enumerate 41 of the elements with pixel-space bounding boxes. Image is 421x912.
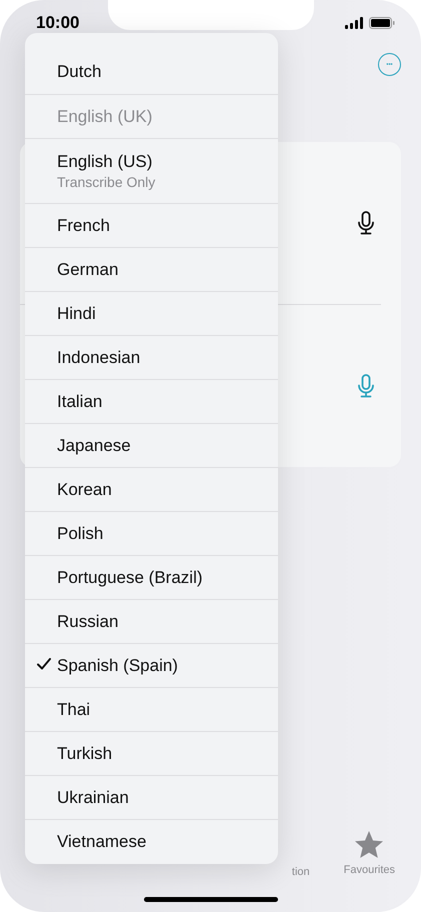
menu-item[interactable]: Korean: [25, 468, 278, 512]
menu-item[interactable]: French: [25, 204, 278, 248]
menu-item[interactable]: Indonesian: [25, 336, 278, 380]
menu-item[interactable]: Ukrainian: [25, 776, 278, 820]
menu-item-label: Dutch: [57, 62, 102, 82]
menu-item-label: Russian: [57, 612, 118, 632]
menu-item-subtitle: Transcribe Only: [57, 174, 156, 190]
menu-item[interactable]: Russian: [25, 600, 278, 644]
menu-item[interactable]: German: [25, 248, 278, 292]
menu-item-label: Japanese: [57, 436, 131, 456]
menu-item[interactable]: Polish: [25, 512, 278, 556]
menu-item[interactable]: Dutch: [25, 33, 278, 95]
menu-item-label: Korean: [57, 480, 112, 500]
menu-item-label: Vietnamese: [57, 832, 146, 852]
menu-item[interactable]: Hindi: [25, 292, 278, 336]
menu-item[interactable]: Vietnamese: [25, 820, 278, 864]
menu-item-label: Italian: [57, 392, 102, 412]
status-time: 10:00: [36, 12, 80, 32]
menu-item-label: English (US): [57, 152, 154, 172]
menu-item[interactable]: Italian: [25, 380, 278, 424]
menu-item-label: Portuguese (Brazil): [57, 568, 203, 588]
menu-item[interactable]: Portuguese (Brazil): [25, 556, 278, 600]
menu-item-label: Spanish (Spain): [57, 656, 178, 676]
signal-icon: [345, 16, 363, 28]
menu-item[interactable]: English (US) Transcribe Only: [25, 139, 278, 204]
menu-item[interactable]: Turkish: [25, 732, 278, 776]
menu-item-label: German: [57, 260, 118, 280]
menu-item[interactable]: Japanese: [25, 424, 278, 468]
menu-item[interactable]: Thai: [25, 688, 278, 732]
microphone-icon[interactable]: [357, 211, 375, 235]
menu-item-label: Turkish: [57, 744, 112, 764]
menu-item-label: English (UK): [57, 106, 152, 126]
menu-item-label: Polish: [57, 524, 104, 544]
star-icon: [355, 831, 384, 858]
menu-item-label: French: [57, 216, 110, 236]
menu-item-label: Ukrainian: [57, 788, 129, 808]
menu-item-label: Indonesian: [57, 348, 140, 368]
battery-icon: [369, 16, 395, 28]
menu-item-label: Thai: [57, 700, 90, 720]
menu-item[interactable]: Spanish (Spain): [25, 644, 278, 688]
menu-item-label: Hindi: [57, 304, 96, 324]
